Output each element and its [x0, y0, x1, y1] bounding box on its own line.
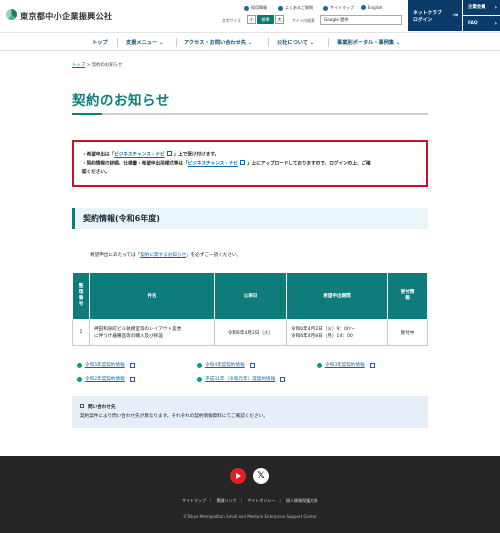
font-size-label: 文字サイズ: [222, 18, 241, 23]
contact-heading: 問い合わせ先: [80, 404, 116, 410]
breadcrumb-current: 契約のお知らせ: [91, 63, 123, 68]
square-bullet-icon: [80, 404, 84, 408]
font-size-standard-button[interactable]: 標準: [257, 15, 274, 24]
footer-link-policy[interactable]: サイトポリシー: [247, 498, 275, 503]
util-recruit-link[interactable]: 採用情報: [244, 5, 267, 11]
bizchance-navi-link[interactable]: ビジネスチャンス・ナビ: [188, 162, 238, 167]
external-link-icon: [249, 362, 255, 368]
past-year-link-r2[interactable]: 令和2年度契約情報: [77, 376, 137, 382]
nav-divider: [176, 38, 177, 47]
nav-portal-cases[interactable]: 事業別ポータル・事例集 ⌄: [337, 39, 400, 46]
nav-about[interactable]: 公社について ⌄: [277, 39, 314, 46]
row-subject: 神田和泉町ビル執務室等のレイアウト変更 に伴う什器備品等の購入及び移設: [89, 319, 215, 346]
nav-top[interactable]: トップ: [92, 39, 108, 46]
chevron-down-icon: ⌄: [309, 40, 315, 46]
util-english-link[interactable]: English: [361, 5, 382, 10]
arrow-circle-icon: [77, 362, 82, 368]
member-company-button[interactable]: 企業会員 ›: [463, 0, 500, 15]
util-sitemap-link[interactable]: サイトマップ: [323, 5, 354, 11]
arrow-right-icon: ›: [494, 20, 497, 27]
nav-support-menu[interactable]: 支援メニュー ⌄: [126, 39, 163, 46]
bizchance-navi-link[interactable]: ビジネスチャンス・ナビ: [114, 153, 164, 158]
header-status: 受付情 報: [387, 272, 428, 320]
globe-icon: [361, 5, 366, 10]
login-label-line1: ネットクラブ: [413, 11, 442, 16]
table-row: 1 神田和泉町ビル執務室等のレイアウト変更 に伴う什器備品等の購入及び移設 令和…: [72, 319, 428, 346]
external-link-icon: [166, 151, 172, 156]
login-arrow-icon: ⇥: [452, 11, 458, 19]
contract-notice-link[interactable]: 契約に関するお知らせ: [140, 253, 186, 258]
util-faq-link[interactable]: よくあるご質問: [278, 5, 313, 11]
footer-link-privacy[interactable]: 個人情報保護方針: [286, 498, 318, 503]
login-label-line2: ログイン: [413, 18, 433, 23]
breadcrumb-home-link[interactable]: トップ: [72, 63, 85, 68]
person-icon: [244, 5, 249, 11]
youtube-icon[interactable]: [230, 468, 246, 484]
breadcrumb: トップ > 契約のお知らせ: [72, 62, 122, 68]
past-year-link-h31[interactable]: 平成31年（令和元年）度契約情報: [197, 376, 287, 382]
contact-box: 問い合わせ先 契約案件により問い合わせ先が異なります。それぞれの契約情報資料にて…: [72, 396, 428, 428]
external-link-icon: [240, 160, 246, 165]
arrow-circle-icon: [77, 376, 82, 382]
breadcrumb-separator: >: [86, 63, 91, 68]
header-period: 希望申出期間: [286, 272, 388, 320]
row-period: 令和6年4月2日（火）9：00～ 令和6年4月8日（月）14：00: [286, 319, 388, 346]
sitemap-icon: [323, 5, 328, 11]
notice-box: ・希望申出は「ビジネスチャンス・ナビ 」上で受け付けます。 ・契約情報の詳細、仕様…: [72, 140, 428, 187]
site-search-label: サイト内検索: [292, 18, 315, 23]
intro-text: 希望申出にあたっては「契約に関するお知らせ」を必ずご一読ください。: [90, 253, 242, 258]
chevron-down-icon: ⌄: [395, 40, 401, 46]
faq-button[interactable]: FAQ ›: [463, 16, 500, 31]
nav-divider: [117, 38, 118, 47]
site-logo-text[interactable]: 東京都中小企業振興公社: [20, 10, 112, 22]
row-published: 令和6年4月2日（火）: [214, 319, 287, 346]
nav-divider: [268, 38, 269, 47]
header-published: 公表日: [214, 272, 287, 320]
external-link-icon: [280, 376, 286, 382]
site-header: 東京都中小企業振興公社 採用情報 よくあるご質問 サイトマップ English …: [0, 0, 500, 32]
font-size-large-button[interactable]: 大: [275, 15, 284, 24]
footer-link-sitemap[interactable]: サイトマップ: [182, 498, 206, 503]
header-number: 整 理 番 号: [72, 272, 90, 320]
x-icon[interactable]: 𝕏: [253, 468, 269, 484]
past-year-link-r5[interactable]: 令和5年度契約情報: [77, 362, 137, 368]
contract-table: 整 理 番 号 件名 公表日 希望申出期間 受付情 報 1 神田和泉町ビル執務室…: [72, 272, 428, 346]
nav-access-contact[interactable]: アクセス・お問い合わせ先 ⌄: [184, 39, 252, 46]
notice-line-2: ・契約情報の詳細、仕様書・希望申出用様式等は「ビジネスチャンス・ナビ 」上にアップ…: [82, 160, 371, 167]
arrow-circle-icon: [197, 376, 202, 382]
arrow-circle-icon: [317, 362, 322, 368]
table-header-row: 整 理 番 号 件名 公表日 希望申出期間 受付情 報: [72, 272, 428, 320]
page-title: 契約のお知らせ: [72, 93, 170, 109]
title-divider: [72, 113, 428, 115]
notice-line-3: 認ください。: [82, 170, 110, 175]
copyright: ©Tokyo Metropolitan Small and Medium Ent…: [183, 514, 317, 519]
nav-divider: [328, 38, 329, 47]
arrow-circle-icon: [197, 362, 202, 368]
header-subject: 件名: [89, 272, 215, 320]
font-size-small-button[interactable]: 小: [247, 15, 256, 24]
search-input[interactable]: Google 提供: [320, 15, 402, 25]
external-link-icon: [129, 376, 135, 382]
section-title: 契約情報(令和6年度): [83, 214, 160, 223]
external-link-icon: [129, 362, 135, 368]
footer-links: サイトマップ | 関連リンク | サイトポリシー | 個人情報保護方針: [182, 498, 318, 503]
row-status: 受付中: [387, 319, 428, 346]
global-nav: トップ 支援メニュー ⌄ アクセス・お問い合わせ先 ⌄ 公社について ⌄ 事業別…: [0, 32, 500, 51]
logo-icon[interactable]: [6, 9, 17, 20]
external-link-icon: [369, 362, 375, 368]
chevron-down-icon: ⌄: [247, 40, 253, 46]
question-icon: [278, 5, 283, 11]
chevron-down-icon: ⌄: [158, 40, 164, 46]
past-year-link-r3[interactable]: 令和3年度契約情報: [317, 362, 377, 368]
netclub-login-button[interactable]: ネットクラブ ログイン ⇥: [408, 0, 462, 31]
row-number: 1: [72, 319, 90, 346]
contact-body: 契約案件により問い合わせ先が異なります。それぞれの契約情報資料にてご確認ください…: [80, 414, 268, 419]
past-year-link-r4[interactable]: 令和4年度契約情報: [197, 362, 257, 368]
footer-link-related[interactable]: 関連リンク: [217, 498, 237, 503]
arrow-right-icon: ›: [494, 4, 497, 11]
section-heading: 契約情報(令和6年度): [72, 208, 428, 229]
site-footer: 𝕏 サイトマップ | 関連リンク | サイトポリシー | 個人情報保護方針 ©Toky…: [0, 456, 500, 533]
notice-line-1: ・希望申出は「ビジネスチャンス・ナビ 」上で受け付けます。: [82, 151, 220, 158]
